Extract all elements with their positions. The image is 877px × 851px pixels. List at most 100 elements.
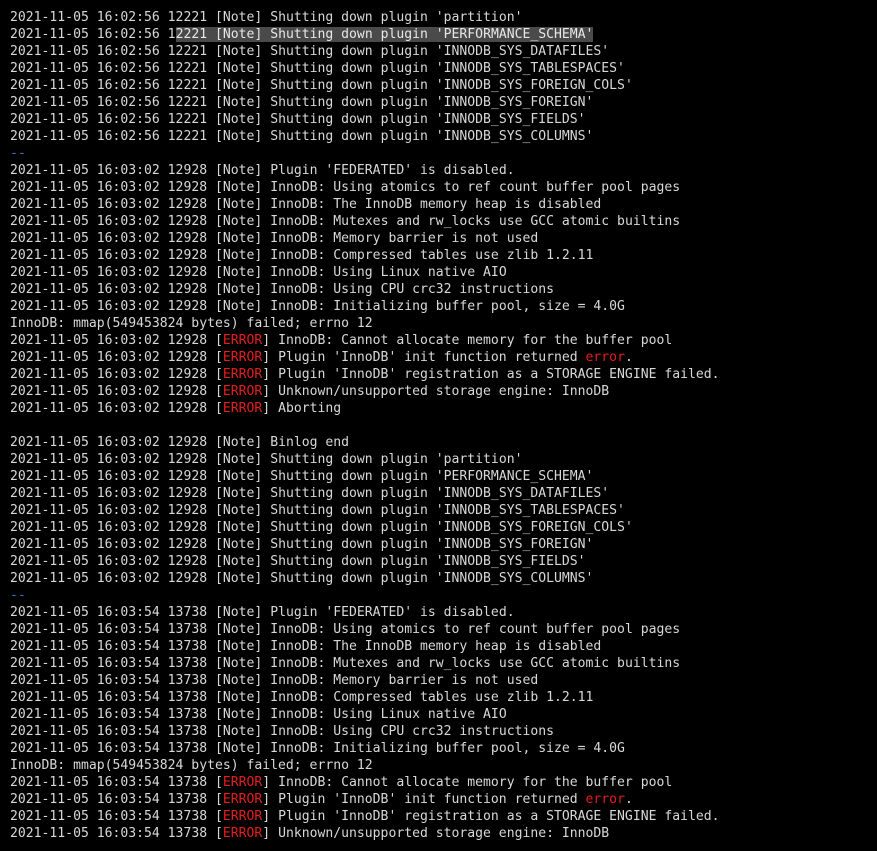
log-level-note: Note [222,741,255,756]
log-process-id: 12928 [167,248,208,263]
log-line: 2021-11-05 16:03:02 12928 [Note] Shuttin… [10,486,610,501]
log-line: 2021-11-05 16:02:56 12221 [Note] Shuttin… [10,78,633,93]
log-message: InnoDB: Cannot allocate memory for the b… [278,333,673,348]
log-level-note: Note [222,520,255,535]
log-line: 2021-11-05 16:03:54 13738 [Note] InnoDB:… [10,724,554,739]
log-timestamp: 2021-11-05 16:03:02 [10,435,160,450]
log-message: Shutting down plugin 'INNODB_SYS_FIELDS' [270,554,586,569]
log-line: 2021-11-05 16:02:56 12221 [Note] Shuttin… [10,10,523,25]
log-timestamp: 2021-11-05 16:03:02 [10,163,160,178]
log-level-error: ERROR [222,401,263,416]
log-message: InnoDB: Using atomics to ref count buffe… [270,622,681,637]
log-message: InnoDB: Using CPU crc32 instructions [270,282,554,297]
log-message: Shutting down plugin 'INNODB_SYS_COLUMNS… [270,571,594,586]
log-level-note: Note [222,299,255,314]
log-timestamp: 2021-11-05 16:02:56 [10,61,160,76]
log-message: Shutting down plugin 'PERFORMANCE_SCHEMA… [270,27,594,42]
log-line: 2021-11-05 16:03:02 12928 [Note] InnoDB:… [10,197,602,212]
log-timestamp: 2021-11-05 16:03:54 [10,673,160,688]
log-level-note: Note [222,129,255,144]
log-timestamp: 2021-11-05 16:02:56 [10,112,160,127]
log-timestamp: 2021-11-05 16:03:02 [10,520,160,535]
log-timestamp: 2021-11-05 16:03:02 [10,503,160,518]
log-level-note: Note [222,248,255,263]
error-keyword: error [585,350,625,365]
log-level-note: Note [222,10,255,25]
log-timestamp: 2021-11-05 16:03:02 [10,350,160,365]
log-level-note: Note [222,605,255,620]
log-level-note: Note [222,163,255,178]
log-message: Plugin 'FEDERATED' is disabled. [270,163,515,178]
log-process-id: 13738 [167,775,208,790]
log-message: Plugin 'InnoDB' registration as a STORAG… [278,809,720,824]
log-raw-text: -- [10,588,26,603]
log-process-id: 13738 [167,826,208,841]
log-process-id-tail: 2221 [175,27,208,42]
log-message: Shutting down plugin 'INNODB_SYS_FOREIGN… [270,520,633,535]
log-level-note: Note [222,282,255,297]
log-line: 2021-11-05 16:03:02 12928 [Note] Shuttin… [10,469,594,484]
log-line: 2021-11-05 16:02:56 12221 [Note] Shuttin… [10,95,594,110]
log-separator: -- [10,587,877,604]
log-process-id: 12928 [167,367,208,382]
log-process-id: 12928 [167,503,208,518]
log-timestamp: 2021-11-05 16:02:56 [10,44,160,59]
log-timestamp: 2021-11-05 16:03:54 [10,792,160,807]
log-level-note: Note [222,724,255,739]
log-line: 2021-11-05 16:03:54 13738 [ERROR] Plugin… [10,792,633,807]
log-process-id: 13738 [167,622,208,637]
log-line: 2021-11-05 16:02:56 12221 [Note] Shuttin… [10,61,625,76]
log-process-id: 12928 [167,554,208,569]
log-line: 2021-11-05 16:02:56 12221 [Note] Shuttin… [10,112,586,127]
log-process-id: 13738 [167,673,208,688]
log-message: Plugin 'InnoDB' init function returned [278,350,586,365]
log-message: InnoDB: Using atomics to ref count buffe… [270,180,681,195]
log-process-id: 12221 [167,61,208,76]
log-timestamp: 2021-11-05 16:03:02 [10,401,160,416]
log-level-error: ERROR [222,384,263,399]
log-timestamp: 2021-11-05 16:03:02 [10,486,160,501]
log-process-id: 12928 [167,299,208,314]
log-level-note: Note [222,180,255,195]
log-level-note: Note [222,537,255,552]
log-message: InnoDB: Mutexes and rw_locks use GCC ato… [270,214,681,229]
log-timestamp: 2021-11-05 16:03:54 [10,826,160,841]
log-message: Unknown/unsupported storage engine: Inno… [278,826,610,841]
log-process-id: 12928 [167,571,208,586]
log-process-id: 13738 [167,809,208,824]
log-process-id: 12928 [167,537,208,552]
log-process-id: 12221 [167,44,208,59]
log-process-id: 1 [167,27,176,42]
log-process-id: 12928 [167,163,208,178]
log-line: 2021-11-05 16:03:02 12928 [Note] Shuttin… [10,520,633,535]
log-level-note: Note [222,707,255,722]
log-level-note: Note [222,435,255,450]
log-level-note: Note [222,214,255,229]
log-line: 2021-11-05 16:03:02 12928 [ERROR] InnoDB… [10,333,673,348]
log-timestamp: 2021-11-05 16:03:02 [10,537,160,552]
log-line: 2021-11-05 16:03:02 12928 [Note] InnoDB:… [10,214,681,229]
log-line: 2021-11-05 16:02:56 12221 [Note] Shuttin… [10,44,610,59]
log-message: Shutting down plugin 'INNODB_SYS_TABLESP… [270,503,625,518]
log-message: Plugin 'InnoDB' init function returned [278,792,586,807]
log-process-id: 12928 [167,282,208,297]
log-level-note: Note [222,27,255,42]
log-level-error: ERROR [222,367,263,382]
log-line: 2021-11-05 16:03:02 12928 [Note] Shuttin… [10,571,594,586]
terminal-output[interactable]: 2021-11-05 16:02:56 12221 [Note] Shuttin… [0,0,877,851]
log-timestamp: 2021-11-05 16:02:56 [10,78,160,93]
log-line: 2021-11-05 16:03:02 12928 [Note] Shuttin… [10,537,594,552]
log-message-tail: . [624,792,633,807]
log-message: InnoDB: The InnoDB memory heap is disabl… [270,639,602,654]
log-process-id: 13738 [167,792,208,807]
log-process-id: 12221 [167,112,208,127]
log-message-tail: . [624,350,633,365]
log-process-id: 12928 [167,520,208,535]
log-message: InnoDB: Memory barrier is not used [270,231,539,246]
text-selection[interactable]: 2221 [Note] Shutting down plugin 'PERFOR… [175,27,594,42]
log-level-note: Note [222,197,255,212]
log-process-id: 13738 [167,707,208,722]
log-level-note: Note [222,503,255,518]
log-timestamp: 2021-11-05 16:02:56 [10,10,160,25]
log-process-id: 12928 [167,197,208,212]
